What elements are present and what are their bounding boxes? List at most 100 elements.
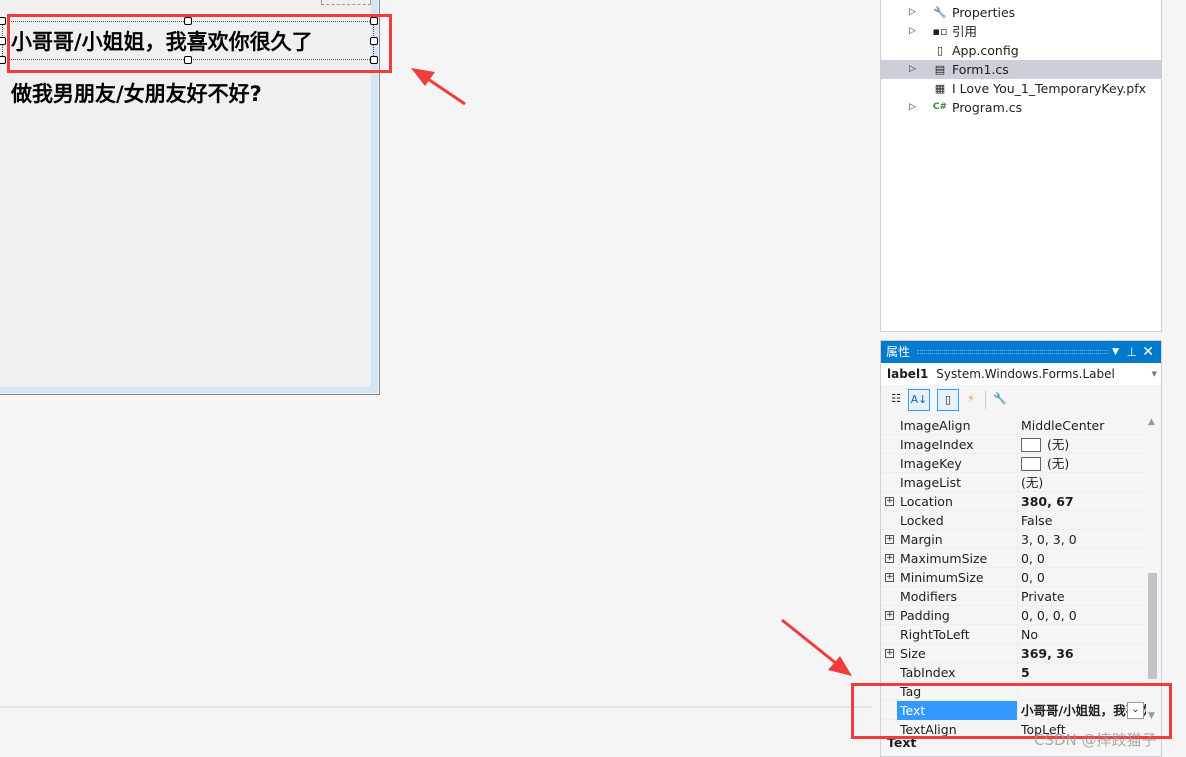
resize-handle[interactable] (0, 37, 6, 45)
resize-handle[interactable] (0, 17, 6, 25)
config-file-icon: ▯ (936, 44, 944, 57)
categorized-icon[interactable]: ☷ (885, 389, 907, 411)
properties-icon[interactable]: ▯ (937, 389, 959, 411)
properties-toolbar: ☷ A↓ ▯ ⚡ 🔧 (881, 385, 1161, 413)
property-value[interactable]: MiddleCenter (1017, 416, 1146, 435)
property-value[interactable]: (无) (1017, 454, 1146, 473)
property-name: Size (900, 646, 926, 661)
close-icon[interactable]: ✕ (1142, 341, 1154, 363)
property-value-text: MiddleCenter (1021, 418, 1105, 433)
property-row-padding[interactable]: + Padding 0, 0, 0, 0 (881, 606, 1146, 625)
property-row-modifiers[interactable]: Modifiers Private (881, 587, 1146, 606)
object-name: label1 (887, 367, 929, 381)
annotation-box (7, 14, 392, 73)
property-row-location[interactable]: + Location 380, 67 (881, 492, 1146, 511)
property-value[interactable]: False (1017, 511, 1146, 530)
tree-item-program[interactable]: ▷ C# Program.cs (881, 98, 1161, 117)
property-value[interactable]: (无) (1017, 435, 1146, 454)
properties-header: 属性 ▼ ⊥ ✕ (881, 341, 1161, 363)
property-value-text: (无) (1021, 475, 1044, 490)
tree-item-properties[interactable]: ▷ 🔧 Properties (881, 3, 1161, 22)
property-value-text: 380, 67 (1021, 494, 1074, 509)
references-icon: ▪▫ (932, 25, 948, 38)
csharp-file-icon: C# (932, 102, 948, 112)
property-name: Margin (900, 532, 943, 547)
control-outline (321, 0, 371, 5)
scrollbar-thumb[interactable] (1148, 573, 1157, 679)
tree-item-form1[interactable]: ▷ ▤ Form1.cs (881, 60, 1162, 79)
expand-icon[interactable]: ▷ (909, 98, 916, 117)
alphabetical-sort-icon[interactable]: A↓ (908, 389, 930, 411)
expand-icon[interactable]: + (885, 649, 894, 658)
tree-item-app-config[interactable]: ▯ App.config (881, 41, 1161, 60)
watermark: CSDN @摔跤猫子 (1034, 731, 1157, 749)
property-value[interactable]: 0, 0 (1017, 568, 1146, 587)
pin-icon[interactable]: ⊥ (1127, 341, 1137, 363)
expand-icon[interactable]: + (885, 573, 894, 582)
property-name: MaximumSize (900, 551, 988, 566)
property-value[interactable]: Private (1017, 587, 1146, 606)
expand-icon[interactable]: + (885, 554, 894, 563)
property-name: ImageIndex (900, 437, 974, 452)
dropdown-icon[interactable]: ▼ (1112, 341, 1119, 363)
property-row-imageindex[interactable]: ImageIndex (无) (881, 435, 1146, 454)
property-value-text: (无) (1047, 437, 1070, 452)
property-row-righttoleft[interactable]: RightToLeft No (881, 625, 1146, 644)
property-value-text: No (1021, 627, 1038, 642)
resize-handle[interactable] (0, 56, 6, 64)
property-value[interactable]: 3, 0, 3, 0 (1017, 530, 1146, 549)
toolbar-separator (985, 391, 986, 409)
property-value-text: 0, 0 (1021, 570, 1045, 585)
property-value[interactable]: No (1017, 625, 1146, 644)
property-name: TabIndex (900, 665, 956, 680)
property-name: RightToLeft (900, 627, 970, 642)
property-value[interactable]: 5 (1017, 663, 1146, 682)
annotation-arrow (411, 68, 466, 106)
expand-icon[interactable]: ▷ (909, 3, 916, 22)
property-row-minimumsize[interactable]: + MinimumSize 0, 0 (881, 568, 1146, 587)
property-row-tabindex[interactable]: TabIndex 5 (881, 663, 1146, 682)
property-value-text: (无) (1047, 456, 1070, 471)
property-value-text: 0, 0, 0, 0 (1021, 608, 1077, 623)
label2[interactable]: 做我男朋友/女朋友好不好? (11, 78, 262, 108)
chevron-down-icon[interactable]: ▼ (1152, 363, 1157, 385)
drag-grip[interactable] (917, 350, 1109, 354)
expand-icon[interactable]: + (885, 611, 894, 620)
property-value-text: 0, 0 (1021, 551, 1045, 566)
scroll-up-icon[interactable]: ▲ (1148, 417, 1155, 427)
property-name: Modifiers (900, 589, 958, 604)
property-value[interactable]: (无) (1017, 473, 1146, 492)
wrench-icon[interactable]: 🔧 (989, 389, 1011, 411)
property-value[interactable]: 369, 36 (1017, 644, 1146, 663)
property-row-imagelist[interactable]: ImageList (无) (881, 473, 1146, 492)
expand-icon[interactable]: + (885, 497, 894, 506)
expand-icon[interactable]: ▷ (909, 22, 916, 41)
property-row-maximumsize[interactable]: + MaximumSize 0, 0 (881, 549, 1146, 568)
property-value-text: 3, 0, 3, 0 (1021, 532, 1077, 547)
property-name: ImageKey (900, 456, 962, 471)
object-type: System.Windows.Forms.Label (936, 367, 1115, 381)
property-value[interactable]: 0, 0 (1017, 549, 1146, 568)
color-swatch (1021, 438, 1041, 452)
property-value-text: Private (1021, 589, 1065, 604)
property-value[interactable]: 380, 67 (1017, 492, 1146, 511)
expand-icon[interactable]: + (885, 535, 894, 544)
wrench-icon: 🔧 (933, 6, 947, 19)
tree-item-references[interactable]: ▷ ▪▫ 引用 (881, 22, 1161, 41)
property-value-text: 369, 36 (1021, 646, 1074, 661)
expand-icon[interactable]: ▷ (909, 60, 916, 79)
property-row-locked[interactable]: Locked False (881, 511, 1146, 530)
property-value[interactable]: 0, 0, 0, 0 (1017, 606, 1146, 625)
tree-item-pfx[interactable]: ▦ I Love You_1_TemporaryKey.pfx (881, 79, 1161, 98)
events-icon[interactable]: ⚡ (960, 389, 982, 411)
property-row-margin[interactable]: + Margin 3, 0, 3, 0 (881, 530, 1146, 549)
form-border (0, 387, 378, 393)
property-row-imagealign[interactable]: ImageAlign MiddleCenter (881, 416, 1146, 435)
object-selector[interactable]: label1 System.Windows.Forms.Label ▼ (881, 363, 1161, 385)
property-row-imagekey[interactable]: ImageKey (无) (881, 454, 1146, 473)
annotation-arrow (781, 618, 852, 676)
certificate-icon: ▦ (934, 82, 946, 95)
property-value-text: False (1021, 513, 1053, 528)
property-row-size[interactable]: + Size 369, 36 (881, 644, 1146, 663)
solution-explorer: ▷ 🔧 Properties ▷ ▪▫ 引用 ▯ App.config ▷ ▤ Form1.c… (880, 0, 1162, 332)
